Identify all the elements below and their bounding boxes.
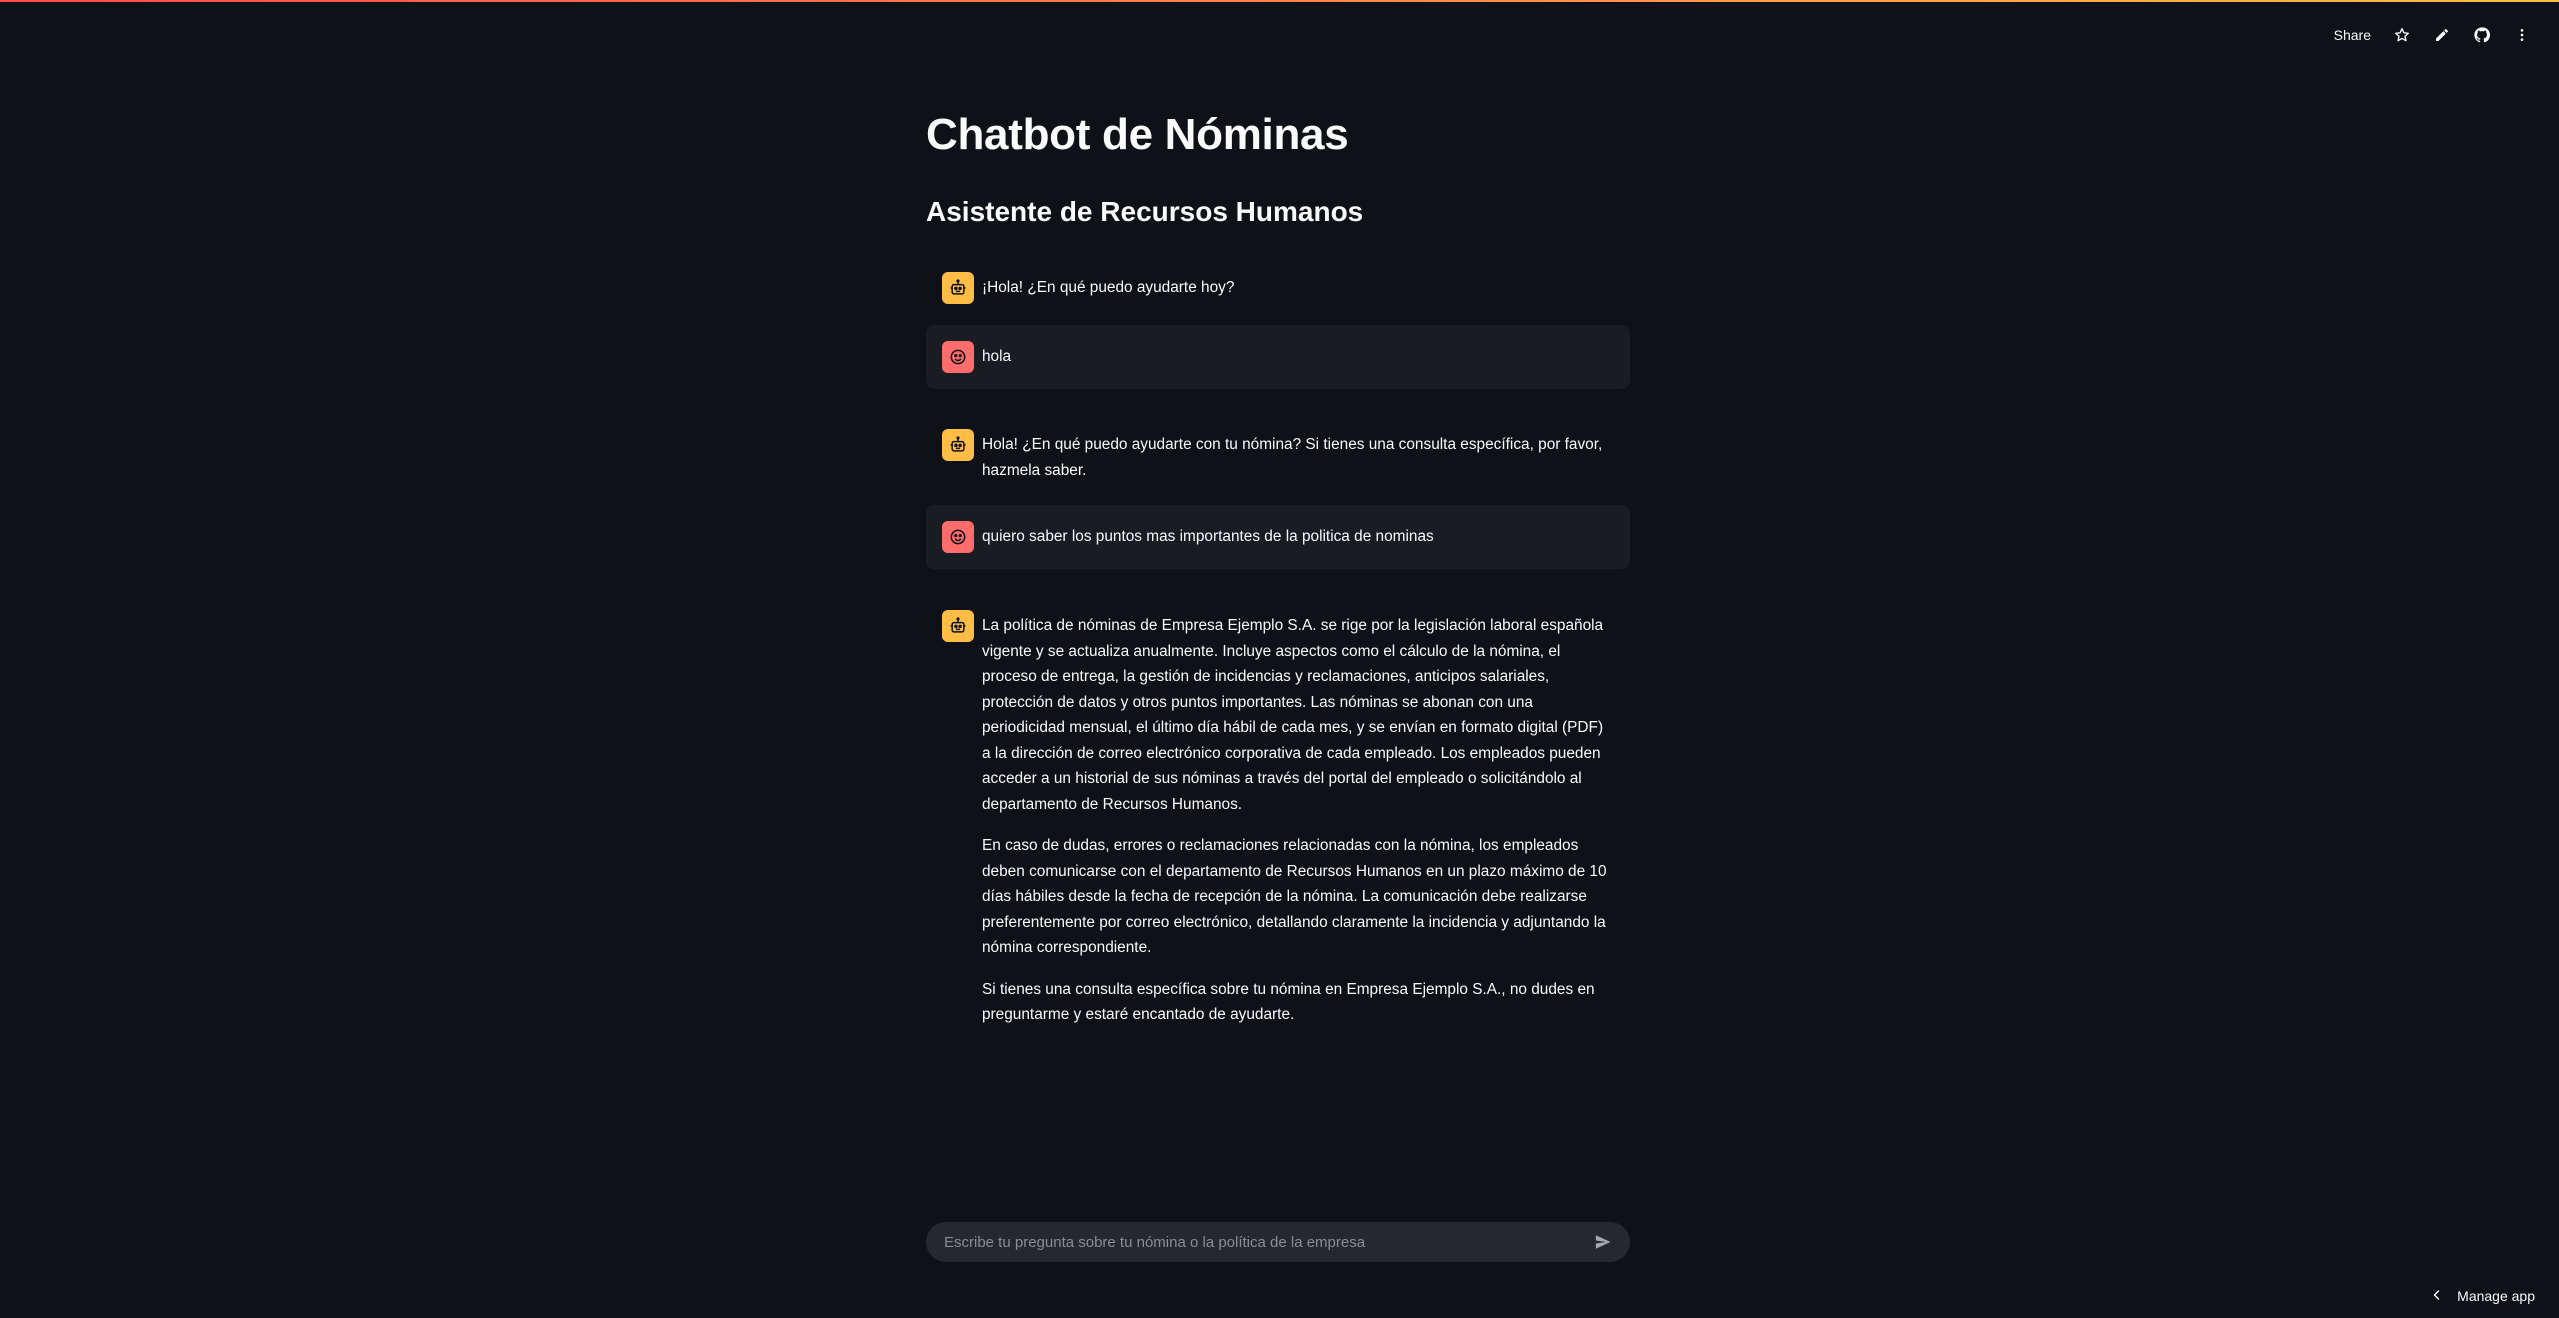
- more-vertical-icon[interactable]: [2513, 26, 2531, 44]
- manage-app-button[interactable]: Manage app: [2431, 1288, 2535, 1304]
- chat-input-container: [926, 1222, 1630, 1262]
- robot-icon: [942, 272, 974, 304]
- github-icon[interactable]: [2473, 26, 2491, 44]
- message-content: La política de nóminas de Empresa Ejempl…: [982, 610, 1614, 1028]
- message-content: ¡Hola! ¿En qué puedo ayudarte hoy?: [982, 272, 1234, 301]
- page-subtitle: Asistente de Recursos Humanos: [926, 196, 1364, 227]
- message-text: La política de nóminas de Empresa Ejempl…: [982, 617, 1604, 813]
- chat-message-assistant: La política de nóminas de Empresa Ejempl…: [926, 594, 1630, 1044]
- message-content: hola: [982, 341, 1011, 370]
- message-content: Hola! ¿En qué puedo ayudarte con tu nómi…: [982, 429, 1614, 483]
- app-toolbar: Share: [2334, 22, 2531, 48]
- robot-icon: [942, 429, 974, 461]
- message-content: quiero saber los puntos mas importantes …: [982, 521, 1434, 550]
- star-icon[interactable]: [2393, 26, 2411, 44]
- send-icon[interactable]: [1592, 1231, 1614, 1253]
- page-title: Chatbot de Nóminas: [926, 110, 1349, 159]
- message-text: En caso de dudas, errores o reclamacione…: [982, 837, 1607, 956]
- top-accent-bar: [0, 0, 2559, 2]
- chat-message-assistant: Hola! ¿En qué puedo ayudarte con tu nómi…: [926, 413, 1630, 499]
- message-text: quiero saber los puntos mas importantes …: [982, 528, 1434, 545]
- smiley-icon: [942, 521, 974, 553]
- smiley-icon: [942, 341, 974, 373]
- chevron-left-icon: [2431, 1288, 2443, 1304]
- message-text: hola: [982, 348, 1012, 365]
- robot-icon: [942, 610, 974, 642]
- pencil-icon[interactable]: [2433, 26, 2451, 44]
- chat-message-user: hola: [926, 325, 1630, 389]
- share-button[interactable]: Share: [2334, 27, 2371, 43]
- message-text: ¡Hola! ¿En qué puedo ayudarte hoy?: [982, 279, 1235, 296]
- chat-message-user: quiero saber los puntos mas importantes …: [926, 505, 1630, 569]
- chat-input[interactable]: [942, 1232, 1592, 1252]
- manage-app-label: Manage app: [2457, 1288, 2535, 1304]
- message-text: Hola! ¿En qué puedo ayudarte con tu nómi…: [982, 436, 1603, 479]
- chat-message-assistant: ¡Hola! ¿En qué puedo ayudarte hoy?: [926, 256, 1630, 320]
- message-text: Si tienes una consulta específica sobre …: [982, 980, 1595, 1024]
